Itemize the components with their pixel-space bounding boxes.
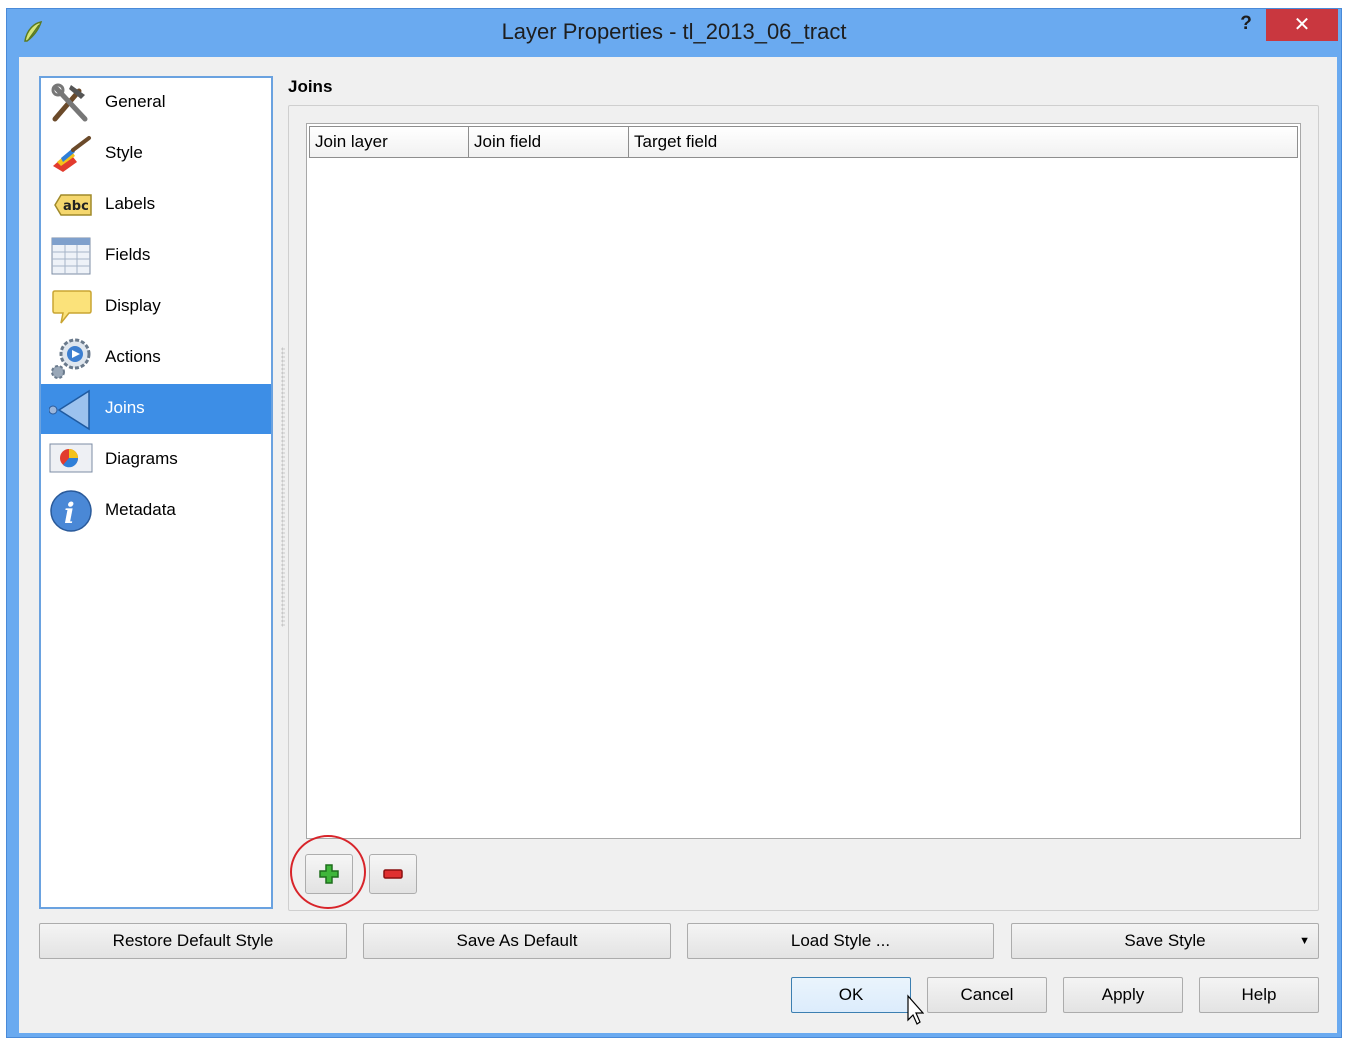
remove-join-icon (383, 869, 403, 879)
join-arrow-icon (49, 389, 90, 431)
info-icon: i (50, 490, 92, 532)
sidebar-item-joins[interactable]: Joins (41, 384, 271, 434)
help-button[interactable]: Help (1199, 977, 1319, 1013)
save-as-default-button[interactable]: Save As Default (363, 923, 671, 959)
restore-default-style-button[interactable]: Restore Default Style (39, 923, 347, 959)
speech-bubble-icon (52, 290, 92, 324)
sidebar-item-diagrams[interactable]: Diagrams (41, 435, 271, 485)
window-title: Layer Properties - tl_2013_06_tract (501, 19, 847, 44)
save-style-label: Save Style (1124, 931, 1206, 950)
sidebar-item-label: Actions (105, 347, 161, 366)
joins-table[interactable]: Join layer Join field Target field (306, 123, 1301, 839)
properties-sidebar: General Style abc Labels Fields Display … (39, 76, 273, 909)
title-bar: Layer Properties - tl_2013_06_tract ? ✕ (7, 9, 1341, 57)
apply-button[interactable]: Apply (1063, 977, 1183, 1013)
layer-properties-window: Layer Properties - tl_2013_06_tract ? ✕ … (6, 8, 1342, 1038)
pie-diagram-icon (49, 443, 93, 473)
mouse-pointer-icon (907, 994, 924, 1025)
highlight-circle (290, 835, 366, 909)
close-button[interactable]: ✕ (1266, 9, 1338, 41)
save-style-button[interactable]: Save Style ▼ (1011, 923, 1319, 959)
sidebar-item-metadata[interactable]: i Metadata (41, 486, 271, 536)
remove-join-button[interactable] (369, 854, 417, 894)
help-icon[interactable]: ? (1233, 13, 1259, 39)
load-style-button[interactable]: Load Style ... (687, 923, 994, 959)
sidebar-item-label: Metadata (105, 500, 176, 519)
sidebar-item-style[interactable]: Style (41, 129, 271, 179)
ok-button[interactable]: OK (791, 977, 911, 1013)
paintbrush-icon (53, 136, 91, 172)
hammer-wrench-icon (51, 83, 88, 122)
dropdown-arrow-icon: ▼ (1299, 935, 1310, 947)
column-header-join-field[interactable]: Join field (469, 127, 629, 157)
sidebar-item-label: General (105, 92, 166, 111)
sidebar-item-label: Labels (105, 194, 156, 213)
column-header-join-layer[interactable]: Join layer (310, 127, 469, 157)
table-fields-icon (51, 237, 91, 275)
sidebar-item-label: Diagrams (105, 449, 178, 468)
sidebar-item-actions[interactable]: Actions (41, 333, 271, 383)
gear-play-icon (51, 338, 91, 379)
sidebar-item-label: Joins (105, 398, 145, 417)
column-header-target-field[interactable]: Target field (629, 127, 1297, 157)
sidebar-splitter-handle[interactable] (281, 347, 285, 627)
sidebar-item-display[interactable]: Display (41, 282, 271, 332)
sidebar-item-label: Fields (105, 245, 151, 264)
sidebar-item-label: Style (105, 143, 143, 162)
sidebar-item-labels[interactable]: abc Labels (41, 180, 271, 230)
dialog-client-area: General Style abc Labels Fields Display … (19, 57, 1337, 1033)
svg-text:i: i (64, 497, 75, 530)
cancel-button[interactable]: Cancel (927, 977, 1047, 1013)
abc-label-icon: abc (54, 194, 92, 216)
table-header: Join layer Join field Target field (309, 126, 1298, 158)
sidebar-item-fields[interactable]: Fields (41, 231, 271, 281)
svg-text:abc: abc (63, 199, 89, 214)
section-title: Joins (288, 77, 333, 96)
sidebar-item-label: Display (105, 296, 161, 315)
sidebar-item-general[interactable]: General (41, 78, 271, 128)
